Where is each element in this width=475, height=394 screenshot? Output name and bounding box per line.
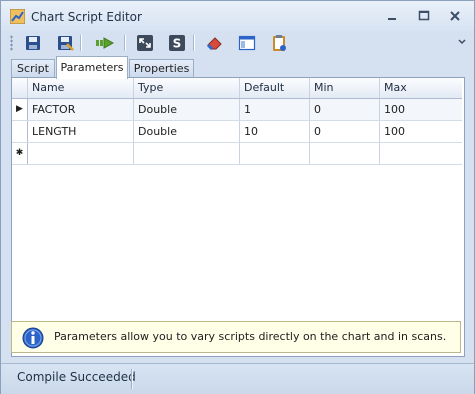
cell-max[interactable]: 100 [380,99,462,120]
row-indicator-icon[interactable]: ▶ [12,99,28,120]
parameters-panel: Name Type Default Min Max ▶ FACTOR Doubl… [11,77,465,357]
cell-default[interactable] [240,143,310,164]
chart-app-icon [9,8,26,25]
toolbar-separator [80,35,81,51]
window-title: Chart Script Editor [31,10,142,24]
cell-min[interactable] [310,143,380,164]
cell-min[interactable]: 0 [310,121,380,142]
toolbar-separator [124,35,125,51]
cell-min[interactable]: 0 [310,99,380,120]
tab-parameters[interactable]: Parameters [56,56,128,79]
save-as-icon[interactable] [55,33,75,53]
cell-type[interactable]: Double [134,99,240,120]
new-row-icon[interactable]: ✱ [12,143,28,164]
info-message: Parameters allow you to vary scripts dir… [54,330,447,343]
row-header-corner [12,78,28,98]
clipboard-icon[interactable] [269,33,289,53]
svg-text:S: S [173,37,182,51]
column-header-type[interactable]: Type [134,78,240,98]
cell-type[interactable] [134,143,240,164]
grid-header: Name Type Default Min Max [12,78,462,99]
row-indicator-icon[interactable] [12,121,28,142]
table-row[interactable]: LENGTH Double 10 0 100 [12,121,462,143]
column-header-min[interactable]: Min [310,78,380,98]
cell-max[interactable] [380,143,462,164]
minimize-script-icon[interactable] [135,33,155,53]
close-icon[interactable] [447,9,463,23]
cell-default[interactable]: 10 [240,121,310,142]
toolbar-overflow-icon[interactable] [457,37,467,47]
column-header-default[interactable]: Default [240,78,310,98]
column-header-name[interactable]: Name [28,78,134,98]
table-row[interactable]: ▶ FACTOR Double 1 0 100 [12,99,462,121]
chart-script-editor-window: Chart Script Editor S Script Parameters … [0,0,475,394]
cell-default[interactable]: 1 [240,99,310,120]
layout-icon[interactable] [237,33,257,53]
new-row[interactable]: ✱ [12,143,462,165]
info-icon [22,327,44,349]
column-header-max[interactable]: Max [380,78,462,98]
maximize-icon[interactable] [416,9,432,23]
cell-name[interactable]: FACTOR [28,99,134,120]
cell-max[interactable]: 100 [380,121,462,142]
run-icon[interactable] [95,33,115,53]
cell-name[interactable] [28,143,134,164]
save-icon[interactable] [23,33,43,53]
title-bar[interactable]: Chart Script Editor [1,1,474,31]
minimize-icon[interactable] [384,9,400,23]
toolbar: S [7,31,471,55]
script-icon[interactable]: S [167,33,187,53]
cell-name[interactable]: LENGTH [28,121,134,142]
eraser-icon[interactable] [205,33,225,53]
toolbar-grip[interactable] [10,35,13,51]
tab-script[interactable]: Script [11,59,55,78]
status-message: Compile Succeeded [17,370,136,384]
info-bar: Parameters allow you to vary scripts dir… [11,321,461,353]
status-separator [131,369,132,389]
status-bar: Compile Succeeded [1,363,474,394]
tab-strip: Script Parameters Properties [11,56,471,79]
toolbar-separator [193,35,194,51]
cell-type[interactable]: Double [134,121,240,142]
tab-properties[interactable]: Properties [129,59,194,78]
